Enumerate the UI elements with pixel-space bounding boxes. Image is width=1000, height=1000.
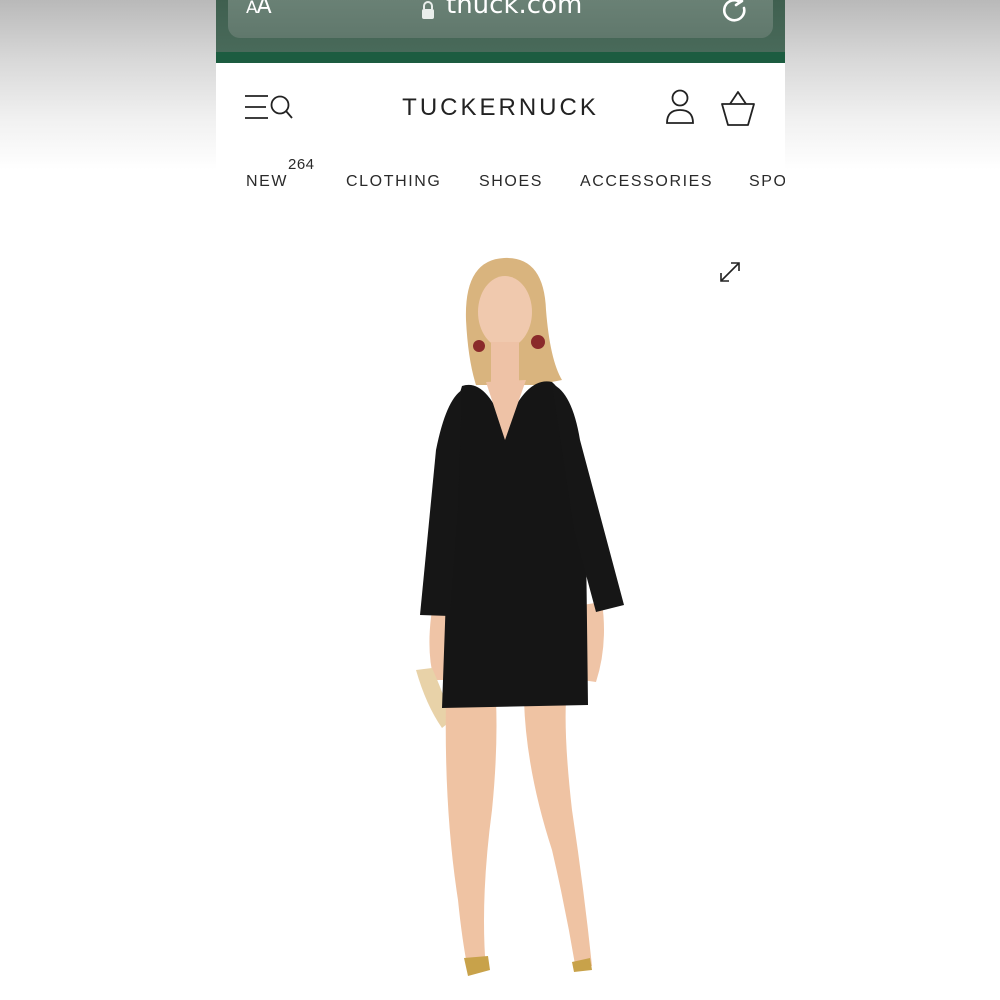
url-text: tnuck.com — [446, 0, 583, 20]
nav-item-label: SHOES — [479, 173, 544, 190]
nav-item-label: CLOTHING — [346, 173, 442, 190]
new-items-count-badge: 264 — [288, 156, 315, 173]
earring-right — [531, 335, 545, 349]
expand-icon[interactable] — [718, 260, 742, 284]
category-nav: NEW 264 CLOTHING SHOES ACCESSORIES SPO — [216, 155, 785, 205]
text-size-button[interactable]: AA — [246, 0, 272, 19]
browser-toolbar: AA tnuck.com — [216, 0, 785, 52]
nav-item-shoes[interactable]: SHOES — [479, 173, 543, 191]
brand-strip — [216, 52, 785, 63]
shopping-bag-icon[interactable] — [718, 89, 758, 127]
reload-icon[interactable] — [720, 0, 750, 26]
model-leg-left — [445, 700, 497, 970]
model-face — [478, 276, 532, 348]
nav-item-label: NEW — [246, 173, 289, 190]
site-header: TUCKERNUCK — [216, 63, 785, 153]
phone-screen: AA tnuck.com TUCKERNUCK NEW 264 CLOTHING… — [216, 0, 785, 1000]
nav-item-sport[interactable]: SPO — [749, 173, 785, 191]
nav-item-label: ACCESSORIES — [580, 173, 714, 190]
nav-item-label: SPO — [749, 173, 785, 190]
text-size-large-glyph: A — [256, 0, 272, 19]
account-icon[interactable] — [664, 89, 696, 127]
lock-icon — [422, 1, 434, 19]
product-image[interactable] — [376, 250, 676, 990]
nav-item-clothing[interactable]: CLOTHING — [346, 173, 441, 191]
model-neck — [491, 342, 519, 382]
sandal-left — [464, 956, 490, 976]
earring-left — [473, 340, 485, 352]
text-size-small-glyph: A — [246, 0, 258, 18]
nav-item-new[interactable]: NEW — [246, 173, 288, 191]
nav-item-accessories[interactable]: ACCESSORIES — [580, 173, 713, 191]
model-leg-right — [524, 700, 592, 970]
site-logo[interactable]: TUCKERNUCK — [216, 94, 785, 122]
